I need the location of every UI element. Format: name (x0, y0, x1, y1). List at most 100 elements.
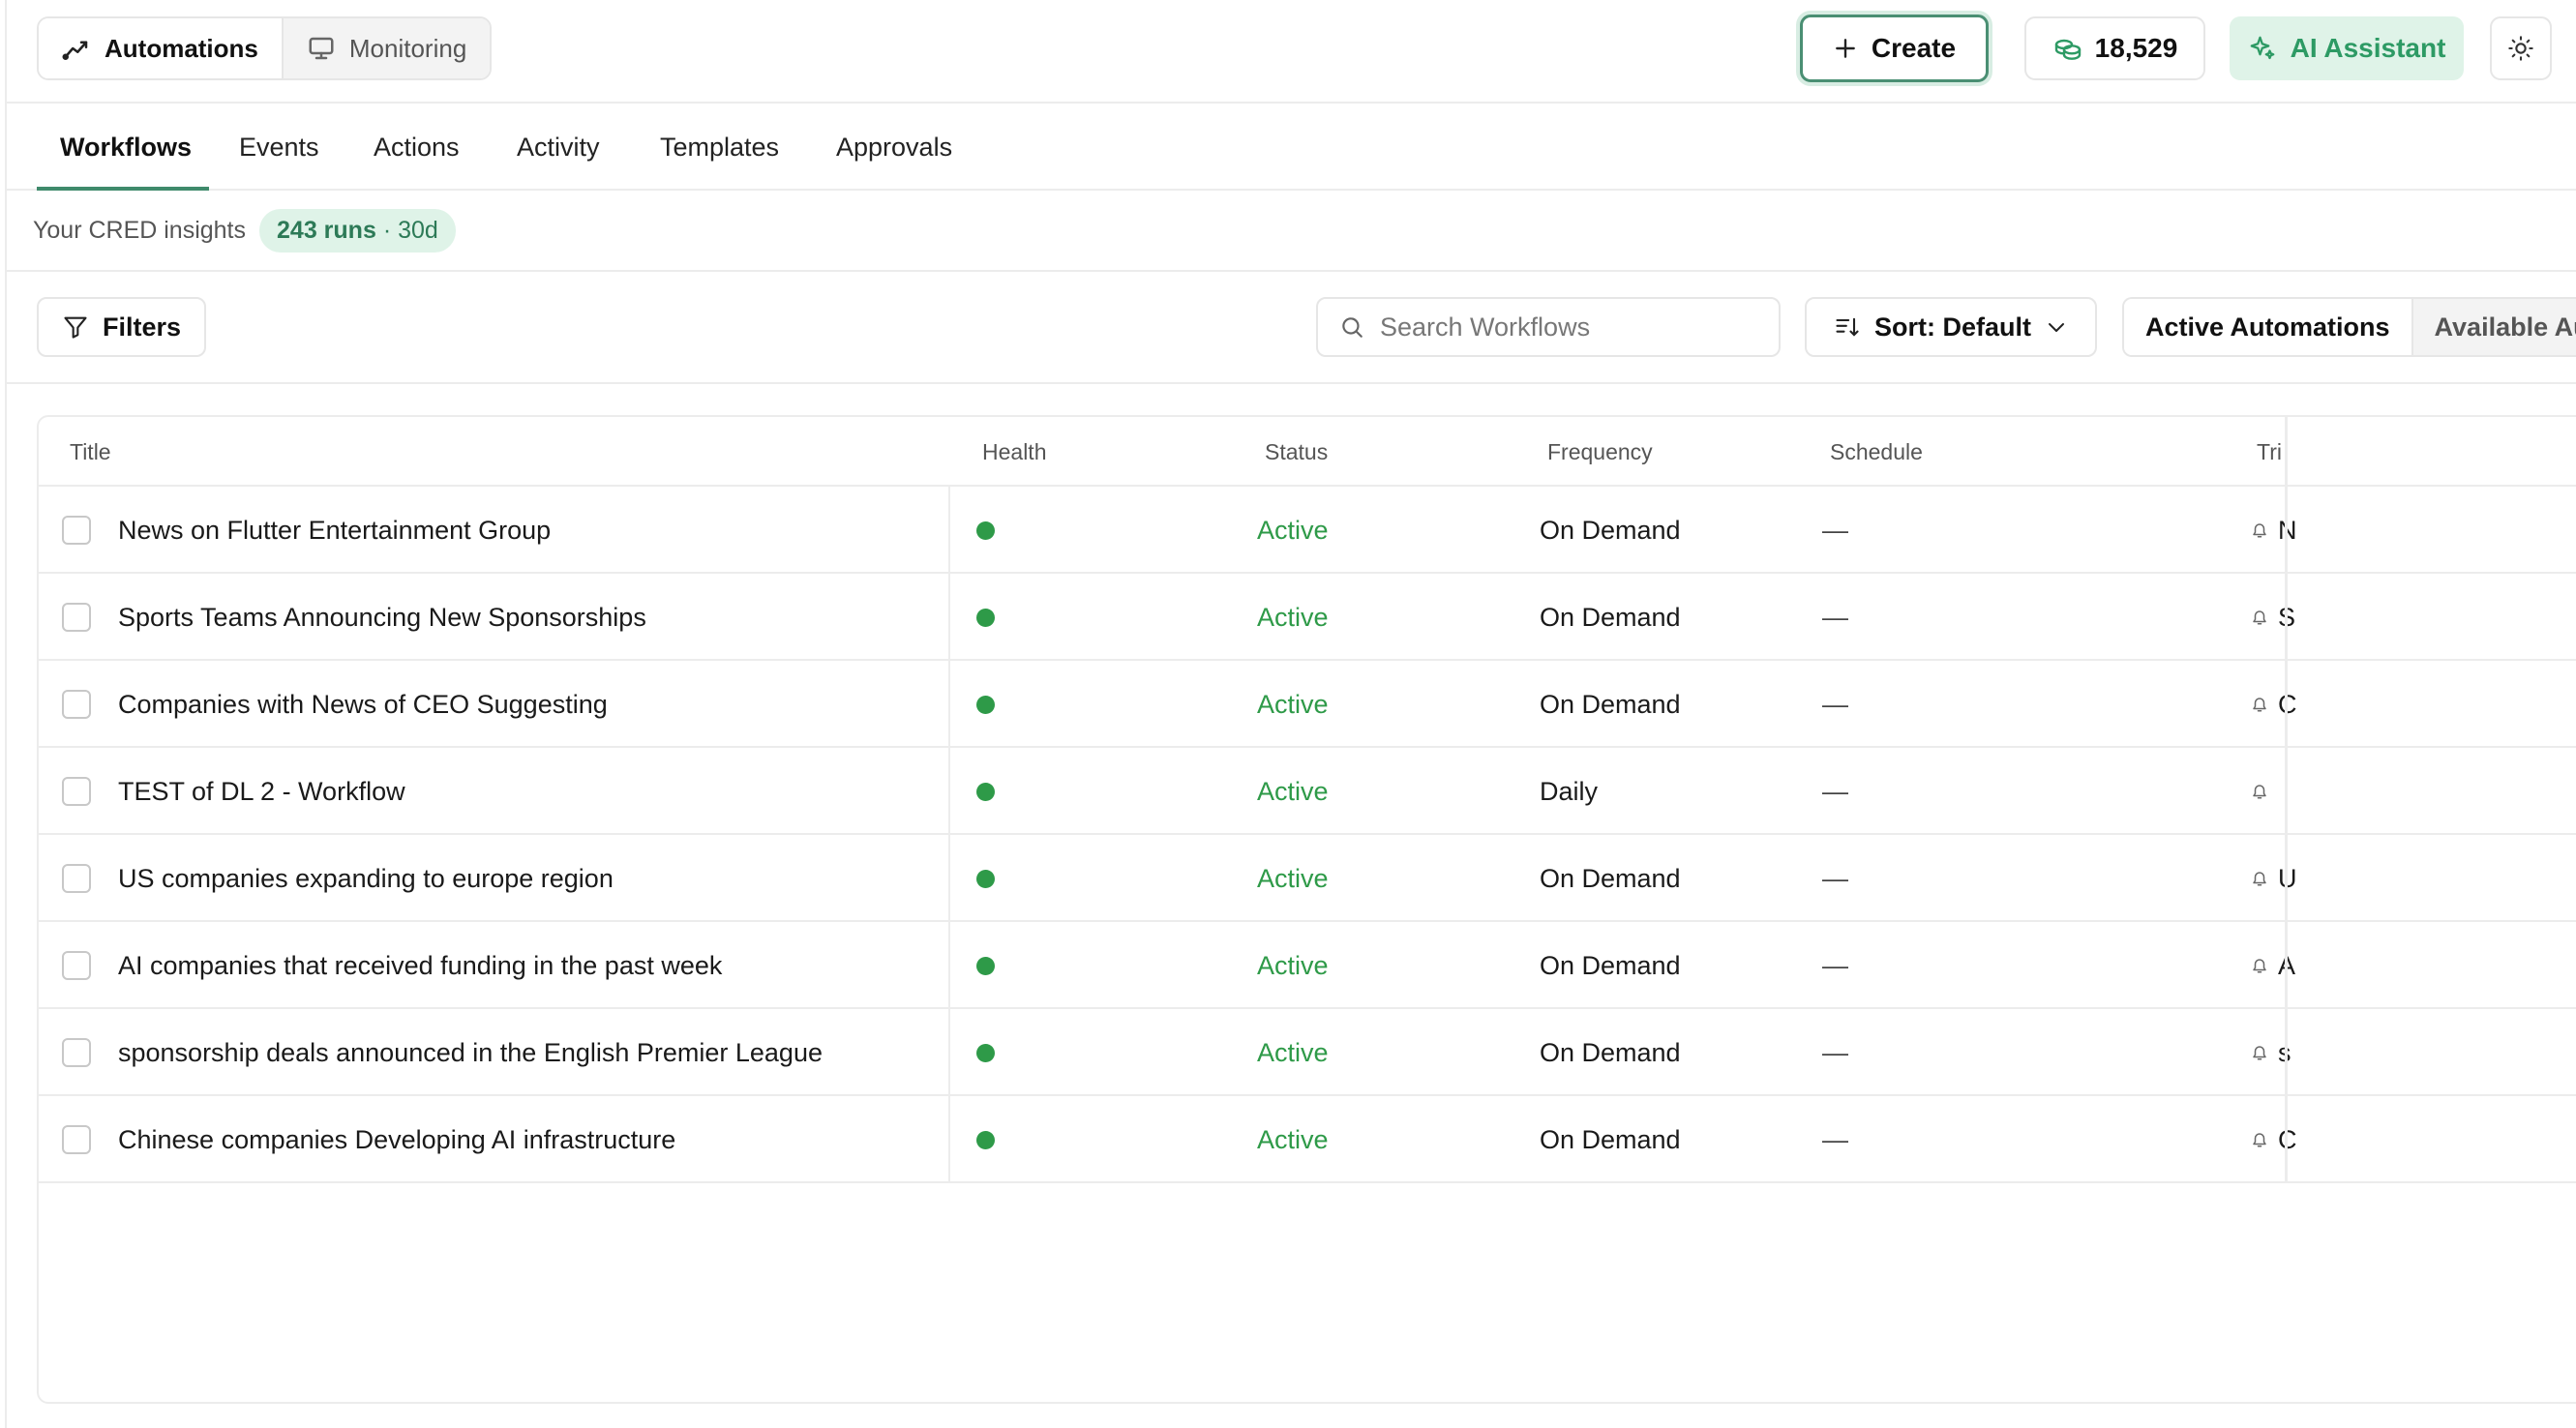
tab-events[interactable]: Events (239, 104, 319, 191)
monitoring-tab-button[interactable]: Monitoring (281, 18, 491, 78)
frequency-value: On Demand (1540, 1124, 1681, 1154)
column-health[interactable]: Health (982, 417, 1046, 487)
sort-dropdown[interactable]: Sort: Default (1805, 297, 2097, 357)
table-row[interactable]: News on Flutter Entertainment Group Acti… (39, 487, 2576, 574)
status-value: Active (1257, 1037, 1329, 1067)
sort-icon (1834, 313, 1861, 341)
bell-icon (2251, 1131, 2268, 1148)
tab-actions[interactable]: Actions (374, 104, 460, 191)
tab-workflows[interactable]: Workflows (60, 104, 192, 191)
insights-runs-badge[interactable]: 243 runs · 30d (259, 208, 456, 253)
column-frequency[interactable]: Frequency (1547, 417, 1653, 487)
workflow-title[interactable]: AI companies that received funding in th… (118, 922, 722, 1009)
schedule-value: — (1822, 515, 1848, 545)
table-row[interactable]: Sports Teams Announcing New Sponsorships… (39, 574, 2576, 661)
search-input[interactable] (1380, 312, 1767, 342)
column-status[interactable]: Status (1265, 417, 1328, 487)
filters-button[interactable]: Filters (37, 297, 206, 357)
row-checkbox[interactable] (62, 864, 91, 893)
health-indicator (976, 748, 995, 835)
health-indicator (976, 922, 995, 1009)
monitor-icon (307, 34, 336, 63)
bell-icon (2251, 870, 2268, 887)
bell-icon (2251, 783, 2268, 800)
frequency-value: On Demand (1540, 950, 1681, 980)
row-checkbox[interactable] (62, 777, 91, 806)
health-dot-icon (976, 956, 995, 975)
row-checkbox[interactable] (62, 1125, 91, 1154)
schedule-value: — (1822, 1037, 1848, 1067)
section-tabs: Workflows Events Actions Activity Templa… (7, 104, 2576, 191)
monitoring-label: Monitoring (348, 33, 467, 63)
credits-count: 18,529 (2094, 33, 2178, 63)
workflow-title[interactable]: Sports Teams Announcing New Sponsorships (118, 574, 646, 661)
health-dot-icon (976, 695, 995, 714)
workflow-title[interactable]: Chinese companies Developing AI infrastr… (118, 1096, 675, 1183)
ai-assistant-button[interactable]: AI Assistant (2230, 16, 2464, 80)
title-column-divider (948, 487, 950, 1183)
column-trigger[interactable]: Tri (2257, 417, 2286, 487)
coins-icon (2052, 33, 2083, 64)
frequency-value: Daily (1540, 776, 1599, 806)
row-checkbox[interactable] (62, 603, 91, 632)
available-automations-button[interactable]: Available Aut (2411, 299, 2576, 355)
runs-count: 243 runs (277, 216, 376, 244)
mode-switch: Automations Monitoring (37, 16, 493, 80)
bell-icon (2251, 609, 2268, 626)
workflow-title[interactable]: News on Flutter Entertainment Group (118, 487, 551, 574)
workflow-title[interactable]: Companies with News of CEO Suggesting (118, 661, 608, 748)
frequency-value: On Demand (1540, 602, 1681, 632)
view-switch: Active Automations Available Aut (2122, 297, 2576, 357)
automations-label: Automations (105, 33, 258, 63)
credits-button[interactable]: 18,529 (2024, 16, 2205, 80)
table-row[interactable]: US companies expanding to europe region … (39, 835, 2576, 922)
table-row[interactable]: sponsorship deals announced in the Engli… (39, 1009, 2576, 1096)
filter-icon (62, 313, 89, 341)
runs-period: · 30d (382, 216, 438, 244)
schedule-value: — (1822, 1124, 1848, 1154)
status-value: Active (1257, 950, 1329, 980)
theme-toggle-button[interactable] (2490, 16, 2552, 80)
search-icon (1339, 314, 1364, 340)
create-button[interactable]: Create (1800, 15, 1989, 82)
status-value: Active (1257, 515, 1329, 545)
column-title[interactable]: Title (70, 417, 111, 487)
filters-label: Filters (102, 312, 182, 342)
row-checkbox[interactable] (62, 690, 91, 719)
table-row[interactable]: Companies with News of CEO Suggesting Ac… (39, 661, 2576, 748)
workflow-title[interactable]: US companies expanding to europe region (118, 835, 614, 922)
schedule-value: — (1822, 602, 1848, 632)
workflow-title[interactable]: sponsorship deals announced in the Engli… (118, 1009, 823, 1096)
health-dot-icon (976, 1130, 995, 1149)
insights-label: Your CRED insights (33, 216, 247, 244)
sort-label: Sort: Default (1874, 312, 2031, 342)
table-header: Title Health Status Frequency Schedule T… (39, 417, 2576, 487)
chevron-down-icon (2045, 315, 2068, 339)
row-checkbox[interactable] (62, 951, 91, 980)
column-schedule[interactable]: Schedule (1830, 417, 1923, 487)
status-value: Active (1257, 1124, 1329, 1154)
search-field[interactable] (1316, 297, 1781, 357)
health-indicator (976, 661, 995, 748)
table-row[interactable]: Chinese companies Developing AI infrastr… (39, 1096, 2576, 1183)
bell-icon (2251, 696, 2268, 713)
status-value: Active (1257, 602, 1329, 632)
bell-icon (2251, 957, 2268, 974)
schedule-value: — (1822, 776, 1848, 806)
sparkles-icon (2248, 34, 2277, 63)
automations-tab-button[interactable]: Automations (39, 18, 282, 78)
table-row[interactable]: TEST of DL 2 - Workflow Active Daily — (39, 748, 2576, 835)
active-automations-button[interactable]: Active Automations (2124, 299, 2411, 355)
health-dot-icon (976, 782, 995, 801)
status-value: Active (1257, 689, 1329, 719)
tab-templates[interactable]: Templates (660, 104, 779, 191)
row-checkbox[interactable] (62, 516, 91, 545)
table-row[interactable]: AI companies that received funding in th… (39, 922, 2576, 1009)
workflow-title[interactable]: TEST of DL 2 - Workflow (118, 748, 405, 835)
health-dot-icon (976, 521, 995, 540)
health-indicator (976, 835, 995, 922)
status-value: Active (1257, 863, 1329, 893)
row-checkbox[interactable] (62, 1038, 91, 1067)
tab-activity[interactable]: Activity (517, 104, 600, 191)
tab-approvals[interactable]: Approvals (836, 104, 952, 191)
